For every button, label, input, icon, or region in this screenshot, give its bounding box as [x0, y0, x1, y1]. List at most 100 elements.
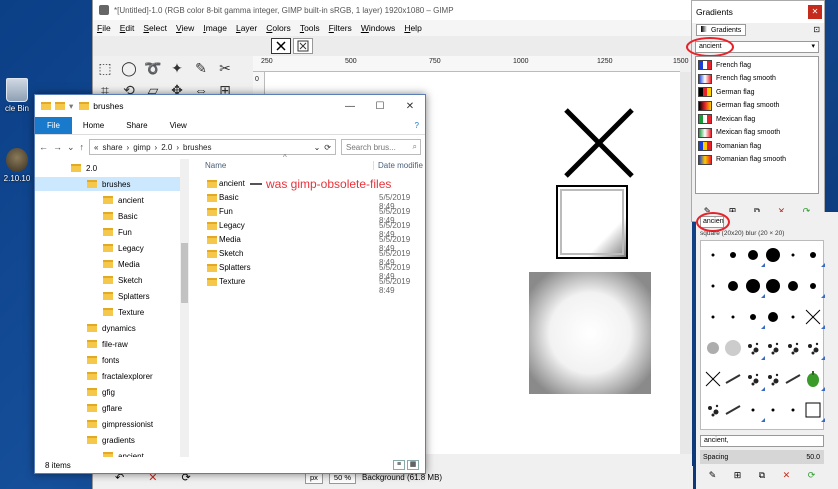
menu-view[interactable]: View	[176, 23, 194, 33]
address-dropdown-icon[interactable]: ⌄	[314, 143, 321, 152]
ribbon-tab-home[interactable]: Home	[72, 117, 115, 134]
brush-preview[interactable]	[743, 338, 765, 360]
menu-edit[interactable]: Edit	[120, 23, 135, 33]
menu-layer[interactable]: Layer	[236, 23, 257, 33]
brush-preview[interactable]	[803, 245, 825, 267]
nav-item-ancient[interactable]: ancient	[35, 193, 180, 207]
brush-preview[interactable]	[803, 276, 825, 298]
gradient-item[interactable]: French flag	[698, 59, 751, 71]
brush-preview[interactable]	[723, 245, 745, 267]
menu-windows[interactable]: Windows	[361, 23, 396, 33]
forward-arrow-icon[interactable]: →	[53, 142, 62, 152]
brush-preview[interactable]	[803, 369, 825, 391]
file-row[interactable]: Legacy 5/5/2019 8:49	[197, 219, 425, 239]
nav-item-sketch[interactable]: Sketch	[35, 273, 180, 287]
column-name[interactable]: Name	[205, 161, 226, 170]
menu-file[interactable]: File	[97, 23, 111, 33]
brush-preview[interactable]	[723, 400, 745, 422]
navigation-scrollbar[interactable]	[180, 159, 189, 457]
nav-item-ancient[interactable]: ancient	[35, 449, 180, 457]
new-brush-icon[interactable]: ⊞	[734, 470, 742, 484]
details-view-icon[interactable]: ≡	[393, 460, 405, 470]
breadcrumb-gimp[interactable]: gimp	[133, 143, 150, 152]
image-tab-thumbnail[interactable]	[271, 38, 291, 54]
file-row[interactable]: Fun 5/5/2019 8:49	[197, 205, 425, 225]
nav-item-fun[interactable]: Fun	[35, 225, 180, 239]
breadcrumb-brushes[interactable]: brushes	[183, 143, 211, 152]
dock-menu-icon[interactable]: ⊡	[813, 25, 820, 34]
refresh-icon[interactable]: ⟳	[324, 143, 331, 152]
dropdown-arrow-icon[interactable]: ▾	[69, 101, 73, 112]
nav-item-media[interactable]: Media	[35, 257, 180, 271]
close-icon[interactable]: ✕	[395, 101, 425, 112]
large-icons-view-icon[interactable]: ▦	[407, 460, 419, 470]
explorer-title-bar[interactable]: ▾ brushes — ☐ ✕	[35, 95, 425, 117]
brush-preview[interactable]	[703, 400, 725, 422]
gradient-item[interactable]: German flag	[698, 86, 755, 98]
file-row[interactable]: Texture 5/5/2019 8:49	[197, 275, 425, 295]
gradients-title-bar[interactable]: Gradients ✕	[692, 1, 824, 23]
ribbon-tab-share[interactable]: Share	[115, 117, 158, 134]
menu-select[interactable]: Select	[143, 23, 167, 33]
brush-preview[interactable]	[723, 307, 745, 329]
menu-colors[interactable]: Colors	[266, 23, 291, 33]
recycle-bin-desktop-icon[interactable]: cle Bin	[0, 78, 34, 113]
brush-preview[interactable]	[803, 338, 825, 360]
nav-item-gimpressionist[interactable]: gimpressionist	[35, 417, 180, 431]
gradient-item[interactable]: French flag smooth	[698, 73, 776, 85]
gradient-item[interactable]: Mexican flag	[698, 113, 755, 125]
up-arrow-icon[interactable]: ↑	[80, 142, 85, 152]
brush-preview[interactable]	[743, 400, 765, 422]
tab-gradients[interactable]: Gradients	[696, 24, 747, 36]
menu-image[interactable]: Image	[203, 23, 227, 33]
brush-preview[interactable]	[763, 276, 785, 298]
nav-item-file-raw[interactable]: file-raw	[35, 337, 180, 351]
nav-item-gflare[interactable]: gflare	[35, 401, 180, 415]
brush-preview[interactable]	[723, 369, 745, 391]
gimp-title-bar[interactable]: *[Untitled]-1.0 (RGB color 8-bit gamma i…	[93, 0, 692, 20]
nav-item-texture[interactable]: Texture	[35, 305, 180, 319]
brush-preview[interactable]	[783, 245, 805, 267]
brush-preview[interactable]	[763, 400, 785, 422]
brush-preview[interactable]	[763, 369, 785, 391]
paths-tool-icon[interactable]: ✎	[191, 58, 211, 78]
brush-preview[interactable]	[803, 307, 825, 329]
brush-preview[interactable]	[703, 338, 725, 360]
minimize-icon[interactable]: —	[335, 101, 365, 112]
nav-item-2-0[interactable]: 2.0	[35, 161, 180, 175]
refresh-brushes-icon[interactable]: ⟳	[808, 470, 816, 484]
recent-chevron-icon[interactable]: ⌄	[67, 142, 75, 153]
help-icon[interactable]: ?	[415, 117, 425, 134]
nav-item-legacy[interactable]: Legacy	[35, 241, 180, 255]
brush-preview[interactable]	[783, 276, 805, 298]
brush-preview[interactable]	[743, 245, 765, 267]
file-row[interactable]: Splatters 5/5/2019 8:49	[197, 261, 425, 281]
brush-preview[interactable]	[763, 307, 785, 329]
brush-preview[interactable]	[743, 307, 765, 329]
brushes-grid[interactable]	[700, 240, 825, 430]
brush-tags-input[interactable]: ancient,	[700, 435, 824, 447]
close-icon[interactable]: ✕	[808, 5, 822, 19]
ellipse-select-tool-icon[interactable]: ◯	[119, 58, 139, 78]
nav-item-dynamics[interactable]: dynamics	[35, 321, 180, 335]
breadcrumb-2-0[interactable]: 2.0	[161, 143, 172, 152]
brush-preview[interactable]	[783, 338, 805, 360]
rect-select-tool-icon[interactable]: ⬚	[95, 58, 115, 78]
file-row[interactable]: Basic 5/5/2019 8:49	[197, 191, 425, 211]
brush-preview[interactable]	[763, 338, 785, 360]
nav-item-splatters[interactable]: Splatters	[35, 289, 180, 303]
brush-preview[interactable]	[783, 400, 805, 422]
nav-item-fonts[interactable]: fonts	[35, 353, 180, 367]
gradient-item[interactable]: Romanian flag smooth	[698, 154, 786, 166]
close-image-tab-button[interactable]	[293, 38, 313, 54]
column-date[interactable]: Date modifie	[373, 161, 423, 170]
brush-preview[interactable]	[783, 369, 805, 391]
free-select-tool-icon[interactable]: ➰	[143, 58, 163, 78]
breadcrumb-share[interactable]: share	[103, 143, 123, 152]
menu-filters[interactable]: Filters	[329, 23, 352, 33]
file-row[interactable]: Media 5/5/2019 8:49	[197, 233, 425, 253]
nav-item-fractalexplorer[interactable]: fractalexplorer	[35, 369, 180, 383]
nav-item-gradients[interactable]: gradients	[35, 433, 180, 447]
menu-tools[interactable]: Tools	[300, 23, 320, 33]
back-arrow-icon[interactable]: ←	[39, 142, 48, 152]
